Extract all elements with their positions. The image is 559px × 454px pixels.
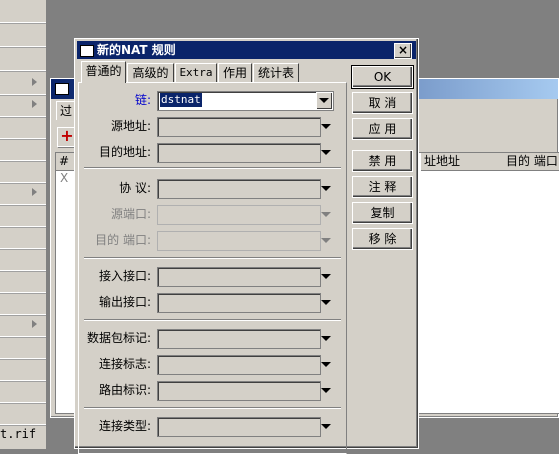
dst-port-label: 目的 端口: xyxy=(95,233,151,247)
dialog-title: 新的NAT 规则 xyxy=(97,43,176,57)
chain-dropdown-button[interactable] xyxy=(316,92,333,110)
apply-button[interactable]: 应 用 xyxy=(352,118,413,140)
sidebar-item[interactable] xyxy=(0,182,46,205)
divider xyxy=(84,167,341,169)
ok-button[interactable]: OK xyxy=(351,65,414,89)
protocol-label: 协 议: xyxy=(119,181,151,195)
chain-label: 链: xyxy=(134,93,151,107)
divider xyxy=(84,319,341,321)
remove-button[interactable]: 移 除 xyxy=(352,228,413,250)
chevron-down-icon[interactable] xyxy=(321,336,331,341)
tab-extra[interactable]: Extra xyxy=(175,63,217,82)
close-icon: × xyxy=(397,43,409,57)
sidebar-item[interactable] xyxy=(0,204,46,227)
src-address-field[interactable] xyxy=(157,117,321,137)
src-port-label: 源端口: xyxy=(110,207,151,221)
dst-port-field xyxy=(157,231,321,251)
sidebar-item[interactable] xyxy=(0,138,46,161)
sidebar-item[interactable] xyxy=(0,48,46,71)
dialog-titlebar[interactable]: 新的NAT 规则 × xyxy=(77,41,416,59)
file-label: t.rif xyxy=(0,427,37,441)
chevron-down-icon[interactable] xyxy=(321,186,331,191)
sidebar-item[interactable] xyxy=(0,116,46,139)
tab-advanced[interactable]: 高级的 xyxy=(127,63,174,82)
comment-button[interactable]: 注 释 xyxy=(352,176,413,198)
sidebar-item[interactable] xyxy=(0,358,46,381)
dst-address-field[interactable] xyxy=(157,143,321,163)
chevron-down-icon xyxy=(321,238,331,243)
connection-type-field[interactable] xyxy=(157,417,321,437)
routing-mark-field[interactable] xyxy=(157,381,321,401)
sidebar-item[interactable] xyxy=(0,292,46,315)
column-header[interactable]: 址地址 xyxy=(421,153,507,171)
chevron-down-icon[interactable] xyxy=(321,362,331,367)
chain-value: dstnat xyxy=(160,93,202,107)
dst-address-label: 目的地址: xyxy=(98,145,151,159)
chevron-right-icon xyxy=(32,320,37,328)
chevron-right-icon xyxy=(32,100,37,108)
packet-mark-label: 数据包标记: xyxy=(86,331,151,345)
src-port-field xyxy=(157,205,321,225)
sidebar-item[interactable] xyxy=(0,248,46,271)
row-marker: X xyxy=(60,171,69,185)
src-address-label: 源地址: xyxy=(110,119,151,133)
connection-mark-label: 连接标志: xyxy=(98,357,151,371)
divider xyxy=(84,257,341,259)
chevron-down-icon[interactable] xyxy=(321,150,331,155)
sidebar-item[interactable] xyxy=(0,336,46,359)
divider xyxy=(84,407,341,409)
out-interface-label: 输出接口: xyxy=(98,295,151,309)
in-interface-label: 接入接口: xyxy=(98,269,151,283)
sidebar-item[interactable] xyxy=(0,226,46,249)
routing-mark-label: 路由标识: xyxy=(98,383,151,397)
in-interface-field[interactable] xyxy=(157,267,321,287)
connection-type-label: 连接类型: xyxy=(98,419,151,433)
sidebar-item[interactable] xyxy=(0,160,46,183)
sidebar-item[interactable] xyxy=(0,72,46,95)
tab-general[interactable]: 普通的 xyxy=(81,61,126,83)
chevron-right-icon xyxy=(32,78,37,86)
copy-button[interactable]: 复制 xyxy=(352,202,413,224)
tab-statistics[interactable]: 统计表 xyxy=(253,63,299,82)
chevron-right-icon xyxy=(32,188,37,196)
sidebar-item[interactable] xyxy=(0,314,46,337)
sidebar-item[interactable] xyxy=(0,402,46,425)
connection-mark-field[interactable] xyxy=(157,355,321,375)
packet-mark-field[interactable] xyxy=(157,329,321,349)
chevron-down-icon[interactable] xyxy=(321,300,331,305)
sidebar-item[interactable] xyxy=(0,24,46,47)
close-button[interactable]: × xyxy=(394,43,412,59)
sidebar-item[interactable] xyxy=(0,94,46,117)
chevron-down-icon xyxy=(321,212,331,217)
sidebar-item[interactable] xyxy=(0,380,46,403)
cancel-button[interactable]: 取 消 xyxy=(352,92,413,114)
sidebar: t.rif xyxy=(0,0,47,449)
chevron-down-icon[interactable] xyxy=(321,388,331,393)
chevron-down-icon[interactable] xyxy=(321,124,331,129)
sidebar-item[interactable] xyxy=(0,270,46,293)
tab-action[interactable]: 作用 xyxy=(218,63,252,82)
disable-button[interactable]: 禁 用 xyxy=(352,150,413,172)
chain-select[interactable]: dstnat xyxy=(157,91,334,111)
column-header[interactable]: 目的 端口 xyxy=(503,153,559,171)
protocol-field[interactable] xyxy=(157,179,321,199)
window-icon xyxy=(80,45,94,57)
out-interface-field[interactable] xyxy=(157,293,321,313)
sidebar-item[interactable] xyxy=(0,0,46,23)
chevron-down-icon[interactable] xyxy=(321,274,331,279)
plus-icon: + xyxy=(60,126,74,145)
chevron-down-icon xyxy=(319,98,329,103)
window-icon xyxy=(55,83,69,95)
chevron-down-icon[interactable] xyxy=(321,424,331,429)
